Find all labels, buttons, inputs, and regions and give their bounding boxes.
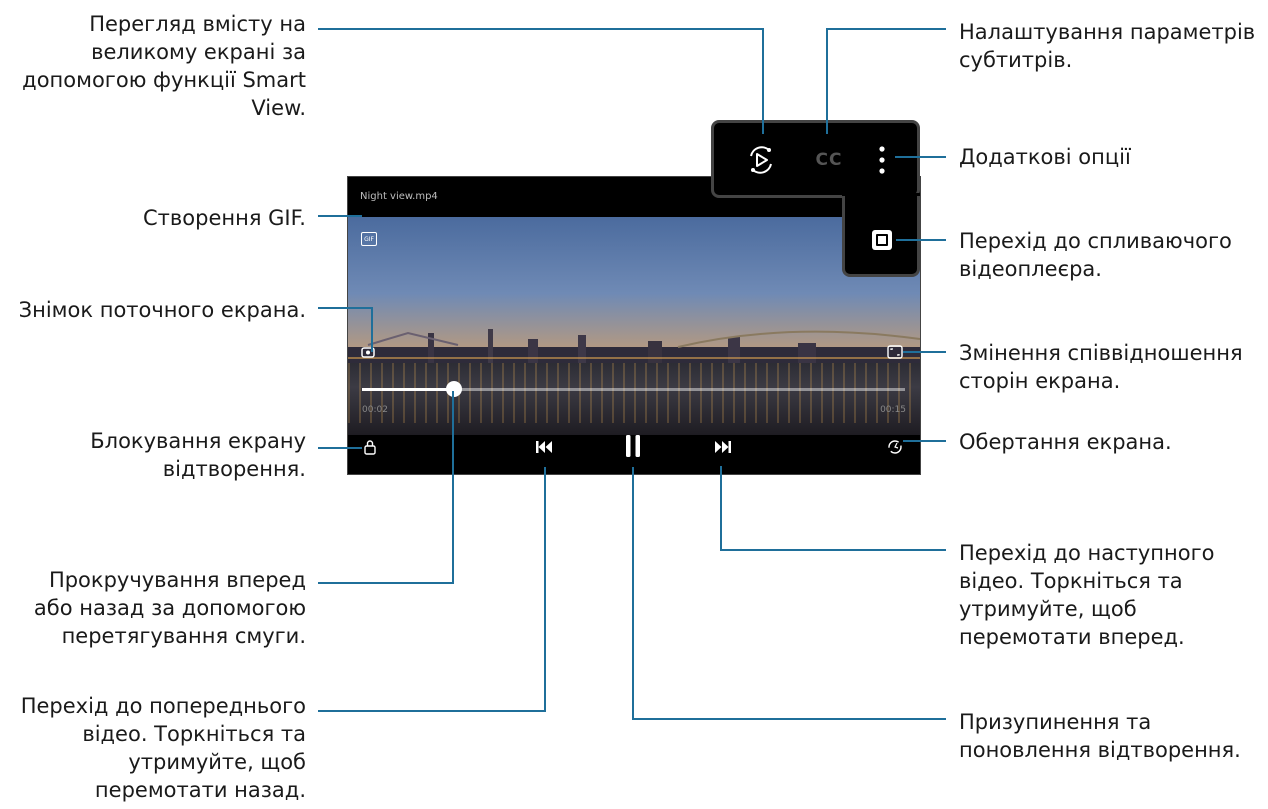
leader-subtitles bbox=[826, 28, 946, 134]
leader-capture bbox=[318, 307, 373, 352]
leader-previous bbox=[318, 467, 546, 712]
leader-seek bbox=[318, 391, 454, 584]
leader-pause bbox=[632, 467, 946, 720]
leader-next bbox=[720, 466, 946, 551]
callout-lines bbox=[318, 28, 946, 720]
leader-smart-view bbox=[318, 28, 764, 134]
